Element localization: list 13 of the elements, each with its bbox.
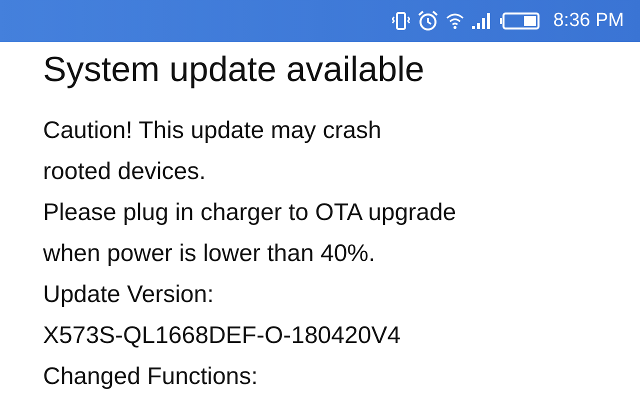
- message-line: Please plug in charger to OTA upgrade: [43, 198, 458, 228]
- message-line: Update Version:: [43, 280, 215, 310]
- message-line: Changed Functions:: [43, 362, 259, 392]
- wifi-icon: [446, 12, 464, 30]
- alarm-icon: [417, 10, 440, 32]
- vibrate-icon: [392, 11, 410, 31]
- message-line: when power is lower than 40%.: [43, 239, 376, 269]
- message-line: rooted devices.: [43, 157, 207, 187]
- message-line: Caution! This update may crash: [43, 116, 382, 146]
- message-line: X573S-QL1668DEF-O-180420V4: [43, 321, 402, 351]
- clock-time: 8:36 PM: [553, 10, 624, 32]
- dialog-title: System update available: [43, 49, 426, 91]
- battery-icon: [500, 11, 540, 31]
